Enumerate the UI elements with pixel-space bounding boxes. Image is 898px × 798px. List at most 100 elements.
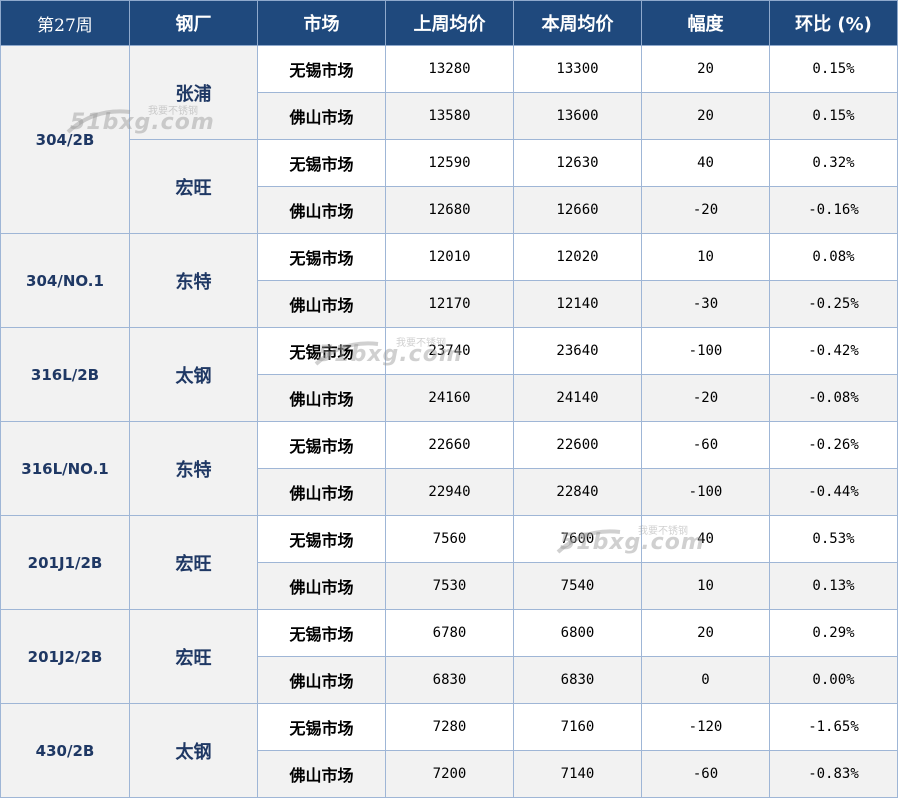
header-last-avg: 上周均价 — [385, 0, 514, 46]
header-week: 第27周 — [0, 0, 130, 46]
header-row: 第27周 钢厂 市场 上周均价 本周均价 幅度 环比 (%) — [0, 0, 898, 46]
mill-cell: 东特 — [129, 421, 258, 516]
last-avg-cell: 6780 — [385, 609, 514, 657]
this-avg-cell: 24140 — [513, 374, 642, 422]
header-market: 市场 — [257, 0, 386, 46]
table-row: 316L/2B 太钢 无锡市场 23740 23640 -100 -0.42% — [0, 327, 898, 422]
last-avg-cell: 12680 — [385, 186, 514, 234]
this-avg-cell: 12630 — [513, 139, 642, 187]
pct-cell: 0.00% — [769, 656, 898, 704]
market-cell: 无锡市场 — [257, 233, 386, 281]
mill-cell: 宏旺 — [129, 139, 258, 234]
pct-cell: -0.26% — [769, 421, 898, 469]
pct-cell: 0.08% — [769, 233, 898, 281]
this-avg-cell: 7140 — [513, 750, 642, 798]
grade-cell: 430/2B — [0, 703, 130, 798]
this-avg-cell: 13300 — [513, 45, 642, 93]
market-cell: 佛山市场 — [257, 280, 386, 328]
change-cell: 20 — [641, 45, 770, 93]
change-cell: -60 — [641, 421, 770, 469]
change-cell: -120 — [641, 703, 770, 751]
this-avg-cell: 13600 — [513, 92, 642, 140]
market-cell: 佛山市场 — [257, 750, 386, 798]
weekly-price-table: 第27周 钢厂 市场 上周均价 本周均价 幅度 环比 (%) 304/2B 张浦无… — [0, 0, 898, 798]
last-avg-cell: 12590 — [385, 139, 514, 187]
mill-cell: 宏旺 — [129, 515, 258, 610]
market-cell: 无锡市场 — [257, 515, 386, 563]
market-cell: 无锡市场 — [257, 703, 386, 751]
pct-cell: -0.25% — [769, 280, 898, 328]
grade-cell: 316L/2B — [0, 327, 130, 422]
pct-cell: -0.83% — [769, 750, 898, 798]
last-avg-cell: 7530 — [385, 562, 514, 610]
table-row: 201J1/2B 宏旺 无锡市场 7560 7600 40 0.53% — [0, 515, 898, 610]
change-cell: -100 — [641, 468, 770, 516]
this-avg-cell: 12660 — [513, 186, 642, 234]
change-cell: 40 — [641, 515, 770, 563]
mill-cell: 太钢 — [129, 327, 258, 422]
market-cell: 无锡市场 — [257, 421, 386, 469]
last-avg-cell: 12010 — [385, 233, 514, 281]
change-cell: 20 — [641, 609, 770, 657]
change-cell: -60 — [641, 750, 770, 798]
mill-cell: 太钢 — [129, 703, 258, 798]
this-avg-cell: 7160 — [513, 703, 642, 751]
this-avg-cell: 23640 — [513, 327, 642, 375]
header-pct: 环比 (%) — [769, 0, 898, 46]
market-cell: 无锡市场 — [257, 139, 386, 187]
table-row: 304/2B 张浦 无锡市场 13280 13300 20 0.15% — [0, 45, 898, 234]
table-row: 430/2B 太钢 无锡市场 7280 7160 -120 -1.65% — [0, 703, 898, 798]
market-cell: 无锡市场 — [257, 45, 386, 93]
market-cell: 佛山市场 — [257, 562, 386, 610]
table-row: 304/NO.1 东特 无锡市场 12010 12020 10 0.08% — [0, 233, 898, 328]
last-avg-cell: 7280 — [385, 703, 514, 751]
this-avg-cell: 7600 — [513, 515, 642, 563]
market-cell: 佛山市场 — [257, 92, 386, 140]
change-cell: 10 — [641, 562, 770, 610]
change-cell: 20 — [641, 92, 770, 140]
change-cell: 10 — [641, 233, 770, 281]
pct-cell: 0.32% — [769, 139, 898, 187]
table-row: 316L/NO.1 东特 无锡市场 22660 22600 -60 -0.26% — [0, 421, 898, 516]
pct-cell: 0.53% — [769, 515, 898, 563]
grade-cell: 201J1/2B — [0, 515, 130, 610]
market-cell: 佛山市场 — [257, 656, 386, 704]
grade-cell: 304/2B — [0, 45, 130, 234]
table-row: 宏旺 无锡市场 12590 12630 40 0.32% — [1, 139, 898, 234]
this-avg-cell: 22600 — [513, 421, 642, 469]
last-avg-cell: 13580 — [385, 92, 514, 140]
last-avg-cell: 7200 — [385, 750, 514, 798]
price-table-page: 第27周 钢厂 市场 上周均价 本周均价 幅度 环比 (%) 304/2B 张浦无… — [0, 0, 898, 798]
grade-cell: 304/NO.1 — [0, 233, 130, 328]
last-avg-cell: 7560 — [385, 515, 514, 563]
market-cell: 无锡市场 — [257, 609, 386, 657]
last-avg-cell: 23740 — [385, 327, 514, 375]
market-cell: 佛山市场 — [257, 186, 386, 234]
mill-cell: 东特 — [129, 233, 258, 328]
change-cell: 40 — [641, 139, 770, 187]
pct-cell: -0.42% — [769, 327, 898, 375]
header-mill: 钢厂 — [129, 0, 258, 46]
this-avg-cell: 6830 — [513, 656, 642, 704]
pct-cell: 0.13% — [769, 562, 898, 610]
this-avg-cell: 12140 — [513, 280, 642, 328]
change-cell: -100 — [641, 327, 770, 375]
market-cell: 佛山市场 — [257, 468, 386, 516]
grade-cell: 201J2/2B — [0, 609, 130, 704]
pct-cell: 0.15% — [769, 92, 898, 140]
market-cell: 无锡市场 — [257, 327, 386, 375]
market-cell: 佛山市场 — [257, 374, 386, 422]
last-avg-cell: 6830 — [385, 656, 514, 704]
pct-cell: -0.44% — [769, 468, 898, 516]
table-body: 304/2B 张浦 无锡市场 13280 13300 20 0.15% 佛山市场 13580 13… — [0, 45, 898, 798]
change-cell: 0 — [641, 656, 770, 704]
change-cell: -20 — [641, 186, 770, 234]
this-avg-cell: 6800 — [513, 609, 642, 657]
this-avg-cell: 12020 — [513, 233, 642, 281]
last-avg-cell: 24160 — [385, 374, 514, 422]
header-change: 幅度 — [641, 0, 770, 46]
grade-cell: 316L/NO.1 — [0, 421, 130, 516]
last-avg-cell: 12170 — [385, 280, 514, 328]
table-row: 201J2/2B 宏旺 无锡市场 6780 6800 20 0.29% — [0, 609, 898, 704]
pct-cell: -1.65% — [769, 703, 898, 751]
